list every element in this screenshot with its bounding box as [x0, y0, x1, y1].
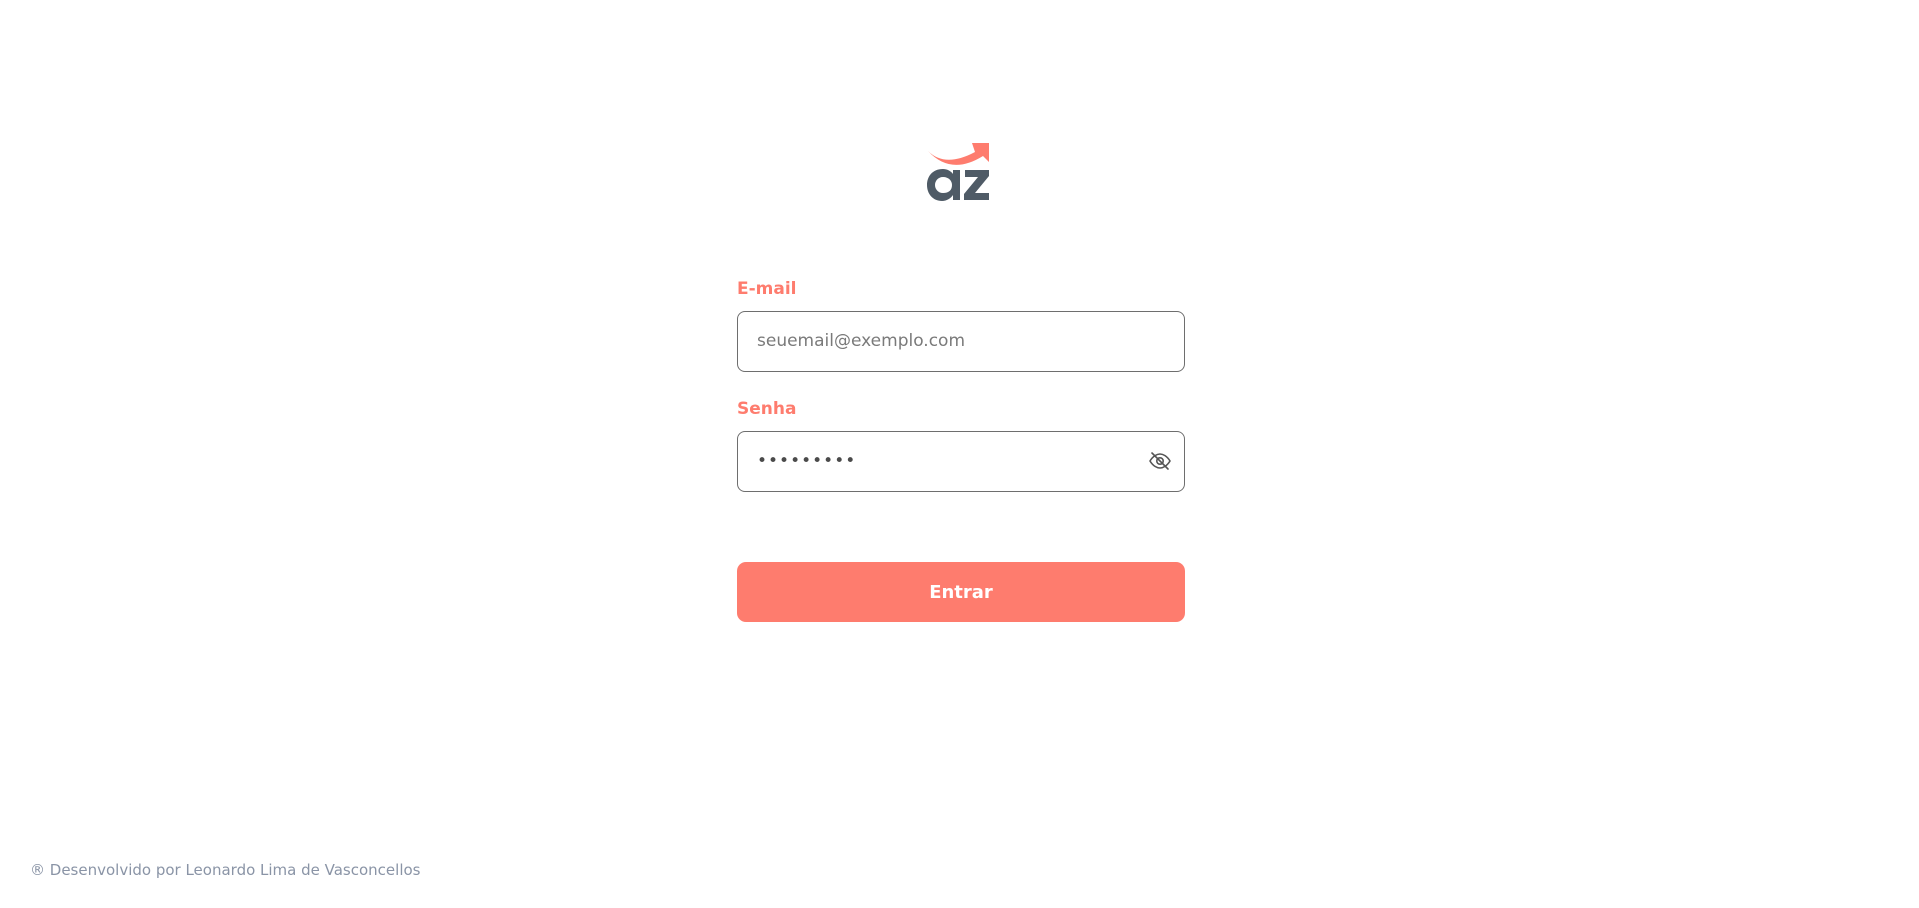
login-form: E-mail Senha ••••••••• Entrar	[737, 276, 1185, 622]
password-label: Senha	[737, 399, 797, 419]
email-label: E-mail	[737, 279, 797, 299]
eye-off-icon[interactable]	[1146, 447, 1174, 475]
email-field-container	[737, 311, 1185, 372]
footer-credit: ® Desenvolvido por Leonardo Lima de Vasc…	[30, 861, 421, 879]
password-value: •••••••••	[757, 451, 857, 471]
password-field[interactable]: •••••••••	[737, 431, 1185, 492]
login-button[interactable]: Entrar	[737, 562, 1185, 622]
email-field[interactable]	[757, 312, 1137, 370]
login-page: E-mail Senha ••••••••• Entrar ® Desenvol…	[0, 0, 1919, 908]
az-logo-icon	[925, 140, 997, 208]
